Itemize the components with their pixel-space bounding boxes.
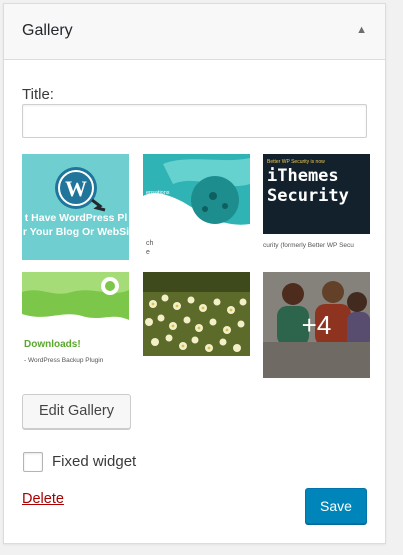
wordpress-logo-icon: W t Have WordPress Pl r Your Blog Or Web… [22, 154, 129, 260]
thumb-3-title-line2: Security [267, 186, 349, 206]
fixed-widget-label: Fixed widget [52, 453, 137, 470]
gallery-thumb-5[interactable] [143, 272, 250, 378]
thumb-4-caption: - WordPress Backup Plugin [24, 357, 104, 364]
thumb-2-text-top: ch [146, 240, 154, 247]
widget-title: Gallery [22, 22, 73, 39]
gallery-thumb-1[interactable]: W t Have WordPress Pl r Your Blog Or Web… [22, 154, 129, 260]
abstract-image-icon: ensations ch e [143, 154, 250, 260]
collapse-toggle-icon[interactable]: ▲ [356, 24, 367, 36]
gallery-widget: Gallery ▲ Title: W t Have WordPress Pl r… [3, 3, 386, 544]
gallery-thumb-6-more[interactable]: +4 [263, 272, 370, 378]
more-images-count: +4 [301, 310, 332, 340]
svg-text:W: W [65, 176, 87, 201]
save-button[interactable]: Save [305, 488, 367, 524]
ithemes-security-image-icon: Better WP Security is now iThemes Securi… [263, 154, 370, 260]
widget-header[interactable]: Gallery ▲ [4, 4, 385, 60]
thumb-2-text-bottom: e [146, 249, 150, 256]
title-label: Title: [22, 86, 54, 103]
title-input[interactable] [22, 104, 367, 138]
thumb-3-small-label: Better WP Security is now [267, 159, 325, 165]
gallery-thumb-3[interactable]: Better WP Security is now iThemes Securi… [263, 154, 370, 260]
thumb-4-heading: Downloads! [24, 339, 81, 350]
gallery-thumb-4[interactable]: Downloads! - WordPress Backup Plugin [22, 272, 129, 378]
backup-plugin-image-icon: Downloads! - WordPress Backup Plugin [22, 272, 129, 378]
delete-link[interactable]: Delete [22, 491, 64, 507]
fixed-widget-checkbox[interactable] [23, 452, 43, 472]
flowers-photo-icon [143, 272, 250, 378]
thumb-1-caption-sub: r Your Blog Or WebSi [23, 226, 129, 238]
thumb-2-small-label: ensations [146, 190, 170, 196]
thumb-3-caption: curity (formerly Better WP Secu [263, 242, 354, 249]
gallery-thumb-2[interactable]: ensations ch e [143, 154, 250, 260]
thumb-1-caption-main: t Have WordPress Pl [25, 212, 128, 224]
edit-gallery-button[interactable]: Edit Gallery [22, 394, 131, 429]
thumb-3-title-line1: iThemes [267, 166, 339, 186]
